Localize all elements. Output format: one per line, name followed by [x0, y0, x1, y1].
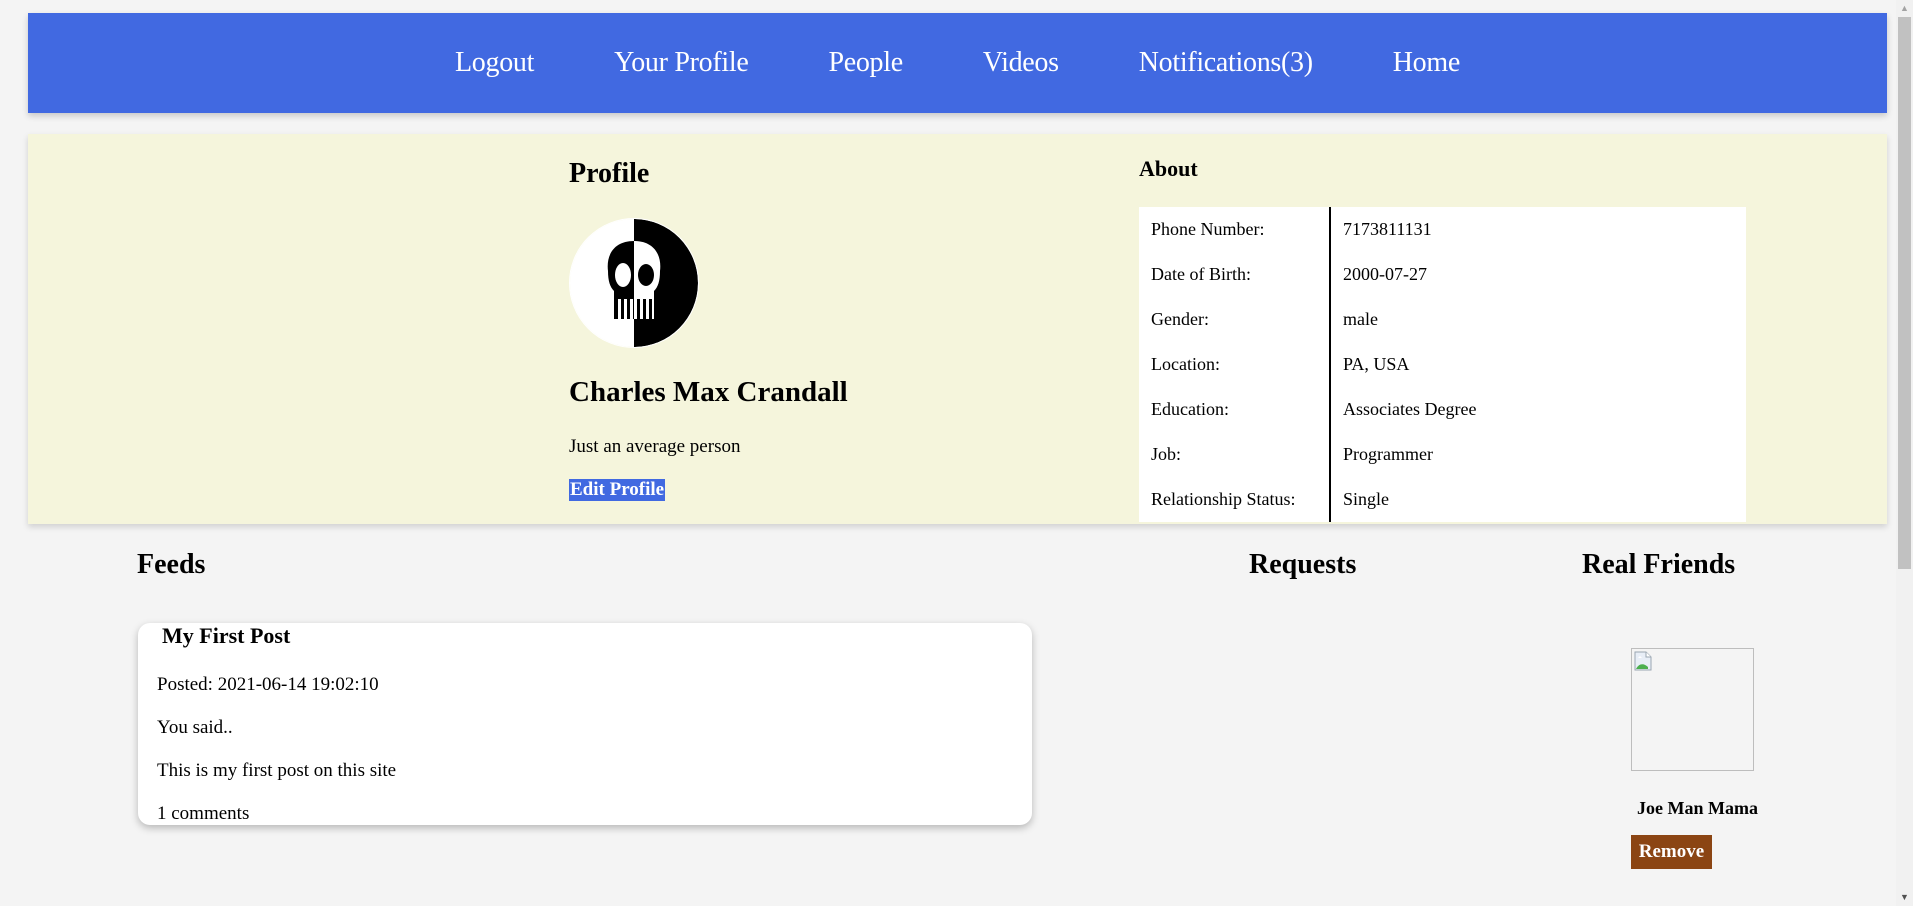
- nav-notifications[interactable]: Notifications(3): [1139, 47, 1313, 79]
- about-row-relationship: Relationship Status: Single: [1139, 477, 1746, 522]
- nav-logout[interactable]: Logout: [455, 47, 534, 79]
- post-comments-link[interactable]: 1 comments: [157, 803, 249, 825]
- user-bio: Just an average person: [569, 436, 741, 457]
- scroll-up-arrow-icon[interactable]: ▲: [1896, 0, 1913, 17]
- about-value: 2000-07-27: [1343, 264, 1427, 284]
- skull-avatar-icon: [570, 219, 698, 347]
- edit-profile-button[interactable]: Edit Profile: [569, 479, 666, 501]
- friends-heading: Real Friends: [1582, 549, 1736, 580]
- about-row-phone: Phone Number: 7173811131: [1139, 207, 1746, 252]
- scroll-down-arrow-icon[interactable]: ▼: [1896, 889, 1913, 906]
- friend-name: Joe Man Mama: [1637, 798, 1758, 818]
- about-value: Associates Degree: [1343, 399, 1477, 419]
- about-value: Programmer: [1343, 444, 1433, 464]
- about-label: Location:: [1139, 342, 1331, 387]
- broken-image-icon: [1634, 651, 1652, 671]
- about-table: Phone Number: 7173811131 Date of Birth: …: [1139, 207, 1746, 522]
- friend-avatar[interactable]: [1631, 648, 1754, 771]
- about-label: Phone Number:: [1139, 207, 1331, 252]
- nav-home[interactable]: Home: [1393, 47, 1461, 79]
- about-value: Single: [1343, 489, 1390, 509]
- about-label: Job:: [1139, 432, 1331, 477]
- about-row-location: Location: PA, USA: [1139, 342, 1746, 387]
- nav-videos[interactable]: Videos: [983, 47, 1059, 79]
- post-timestamp: Posted: 2021-06-14 19:02:10: [157, 674, 379, 695]
- requests-heading: Requests: [1249, 549, 1357, 580]
- about-label: Education:: [1139, 387, 1331, 432]
- about-row-dob: Date of Birth: 2000-07-27: [1139, 252, 1746, 297]
- about-value: male: [1343, 309, 1378, 329]
- about-value: 7173811131: [1343, 219, 1432, 239]
- avatar: [569, 218, 699, 348]
- feeds-heading: Feeds: [137, 549, 206, 580]
- nav-people[interactable]: People: [828, 47, 903, 79]
- top-navbar: Logout Your Profile People Videos Notifi…: [28, 13, 1887, 113]
- about-label: Date of Birth:: [1139, 252, 1331, 297]
- scrollbar-thumb[interactable]: [1898, 17, 1911, 569]
- about-label: Relationship Status:: [1139, 477, 1331, 522]
- about-row-education: Education: Associates Degree: [1139, 387, 1746, 432]
- feed-post-card[interactable]: My First Post Posted: 2021-06-14 19:02:1…: [138, 623, 1032, 825]
- profile-panel: Profile Charles Max Crandall Just an ave…: [28, 134, 1887, 524]
- post-body: This is my first post on this site: [157, 760, 397, 781]
- nav-your-profile[interactable]: Your Profile: [614, 47, 749, 79]
- post-intro: You said..: [157, 717, 233, 738]
- about-value: PA, USA: [1343, 354, 1410, 374]
- about-row-gender: Gender: male: [1139, 297, 1746, 342]
- post-title: My First Post: [162, 623, 291, 648]
- user-name: Charles Max Crandall: [569, 376, 848, 408]
- about-row-job: Job: Programmer: [1139, 432, 1746, 477]
- about-heading: About: [1139, 156, 1198, 181]
- profile-heading: Profile: [569, 158, 650, 189]
- page-scrollbar[interactable]: ▲ ▼: [1896, 0, 1913, 906]
- about-label: Gender:: [1139, 297, 1331, 342]
- remove-friend-button[interactable]: Remove: [1631, 835, 1712, 869]
